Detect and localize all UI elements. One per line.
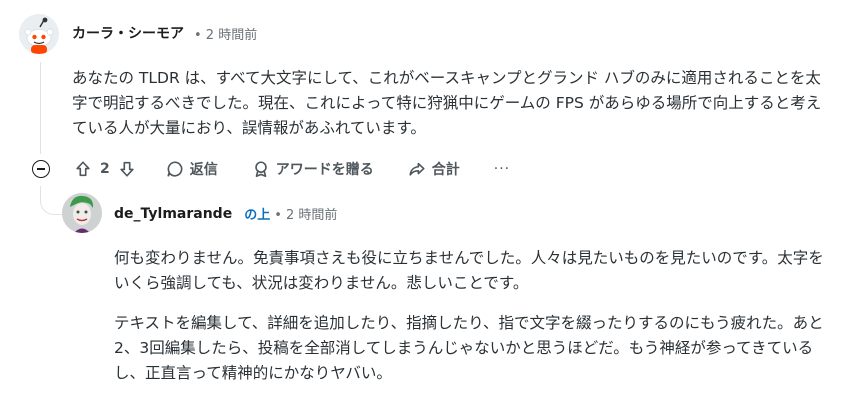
joker-portrait-avatar-icon [62,193,102,233]
comment-author[interactable]: カーラ・シーモア [72,23,184,43]
thread-connector [40,186,63,215]
comment-paragraph: テキストを編集して、詳細を追加したり、指摘したり、指で文字を綴ったりするのにもう… [114,314,824,382]
award-medal-icon [254,161,267,178]
award-label: アワードを贈る [275,162,374,178]
comment-timestamp: • 2 時間前 [194,27,258,43]
comment-header: de_Tylmarande の上 • 2 時間前 [114,204,338,224]
reply-label: 返信 [189,162,218,178]
comment-timestamp: • 2 時間前 [274,208,338,223]
reddit-snoo-avatar-icon [19,14,59,54]
avatar[interactable] [62,193,102,233]
share-arrow-icon [409,162,425,176]
vote-count: 2 [100,161,110,177]
comment-header: カーラ・シーモア • 2 時間前 [72,23,257,43]
share-button[interactable]: 合計 [408,159,460,179]
upvote-icon[interactable] [74,160,92,178]
thread-line[interactable] [40,62,41,154]
award-button[interactable]: アワードを贈る [252,159,374,179]
comment-body: 何も変わりません。免責事項さえも役に立ちませんでした。人々は見たいものを見たいの… [114,246,836,401]
collapse-thread-button[interactable] [32,160,50,178]
comment-author[interactable]: de_Tylmarande [114,206,232,222]
vote-controls: 2 [74,160,136,178]
comment-paragraph: 何も変わりません。免責事項さえも役に立ちませんでした。人々は見たいものを見たいの… [114,249,824,292]
more-options-icon: ··· [493,161,511,177]
downvote-icon[interactable] [118,160,136,178]
user-flair: の上 [244,208,271,223]
avatar[interactable] [19,14,59,54]
share-label: 合計 [431,162,460,178]
comment-body: あなたの TLDR は、すべて大文字にして、これがベースキャンプとグランド ハブ… [72,69,822,137]
speech-bubble-icon [167,161,183,177]
comment-action-bar: 2 返信 アワードを贈る 合計 ··· [30,155,510,183]
more-options-button[interactable]: ··· [494,161,510,177]
reply-button[interactable]: 返信 [166,159,218,179]
